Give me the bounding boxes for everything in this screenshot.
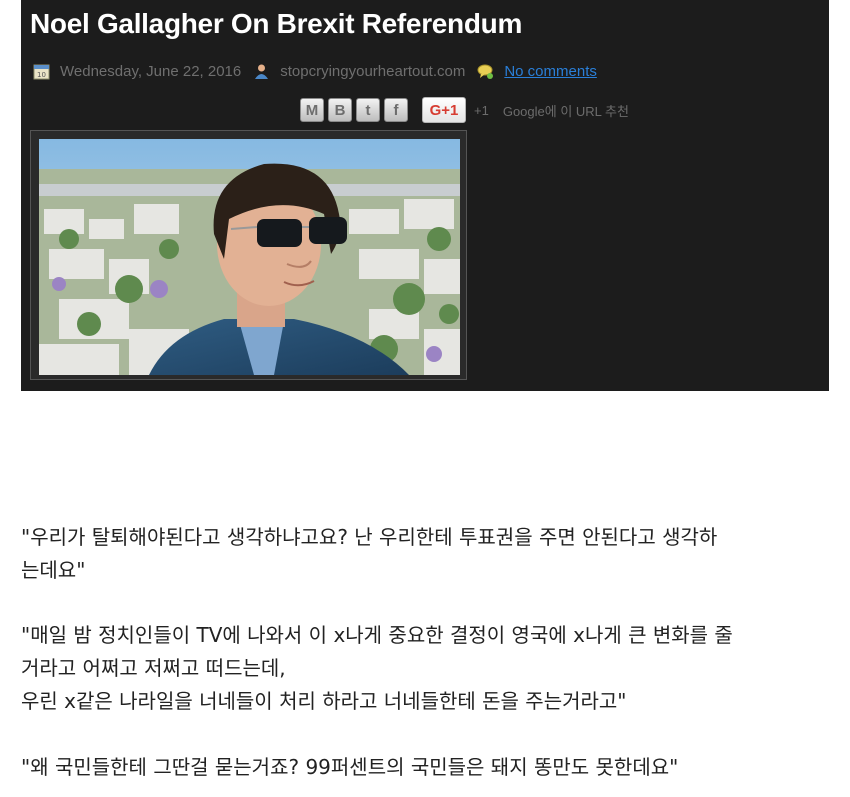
gplus-label: G+1 bbox=[429, 101, 459, 119]
quote-line: 우린 x같은 나라일을 너네들이 처리 하라고 너네들한테 돈을 주는거라고" bbox=[21, 689, 627, 713]
google-recommend-text: Google에 이 URL 추천 bbox=[502, 103, 629, 119]
post-title[interactable]: Noel Gallagher On Brexit Referendum bbox=[30, 8, 522, 40]
share-bar: M B t f G+1 +1 Google에 이 URL 추천 bbox=[300, 96, 629, 124]
quote-line: 는데요" bbox=[21, 558, 86, 582]
blog-post-panel: Noel Gallagher On Brexit Referendum 10 W… bbox=[21, 0, 829, 391]
blogger-share-icon[interactable]: B bbox=[328, 98, 352, 122]
plus-one-count: +1 bbox=[474, 102, 489, 118]
twitter-share-icon[interactable]: t bbox=[356, 98, 380, 122]
twitter-share-label: t bbox=[365, 101, 371, 119]
quote-line: "왜 국민들한테 그딴걸 묻는거죠? 99퍼센트의 국민들은 돼지 똥만도 못한… bbox=[21, 755, 679, 779]
post-meta: 10 Wednesday, June 22, 2016 stopcryingyo… bbox=[33, 61, 597, 81]
post-author: stopcryingyourheartout.com bbox=[280, 62, 466, 80]
blogger-share-label: B bbox=[334, 101, 346, 119]
email-share-label: M bbox=[305, 101, 319, 119]
email-share-icon[interactable]: M bbox=[300, 98, 324, 122]
facebook-share-icon[interactable]: f bbox=[384, 98, 408, 122]
comments-icon bbox=[477, 63, 494, 80]
quote-line: "매일 밤 정치인들이 TV에 나와서 이 x나게 중요한 결정이 영국에 x나… bbox=[21, 623, 733, 647]
quote-line: "우리가 탈퇴해야된다고 생각하냐고요? 난 우리한테 투표권을 주면 안된다고… bbox=[21, 525, 718, 549]
quote-line: 거라고 어쩌고 저쩌고 떠드는데, bbox=[21, 656, 286, 680]
facebook-share-label: f bbox=[393, 101, 399, 119]
comments-link[interactable]: No comments bbox=[504, 63, 597, 80]
google-plus-one-button[interactable]: G+1 bbox=[422, 97, 466, 123]
post-image-frame bbox=[30, 130, 467, 380]
svg-text:10: 10 bbox=[37, 71, 46, 79]
post-date: Wednesday, June 22, 2016 bbox=[60, 62, 242, 80]
post-photo bbox=[39, 139, 460, 375]
calendar-icon: 10 bbox=[33, 63, 50, 80]
author-icon bbox=[253, 63, 270, 80]
